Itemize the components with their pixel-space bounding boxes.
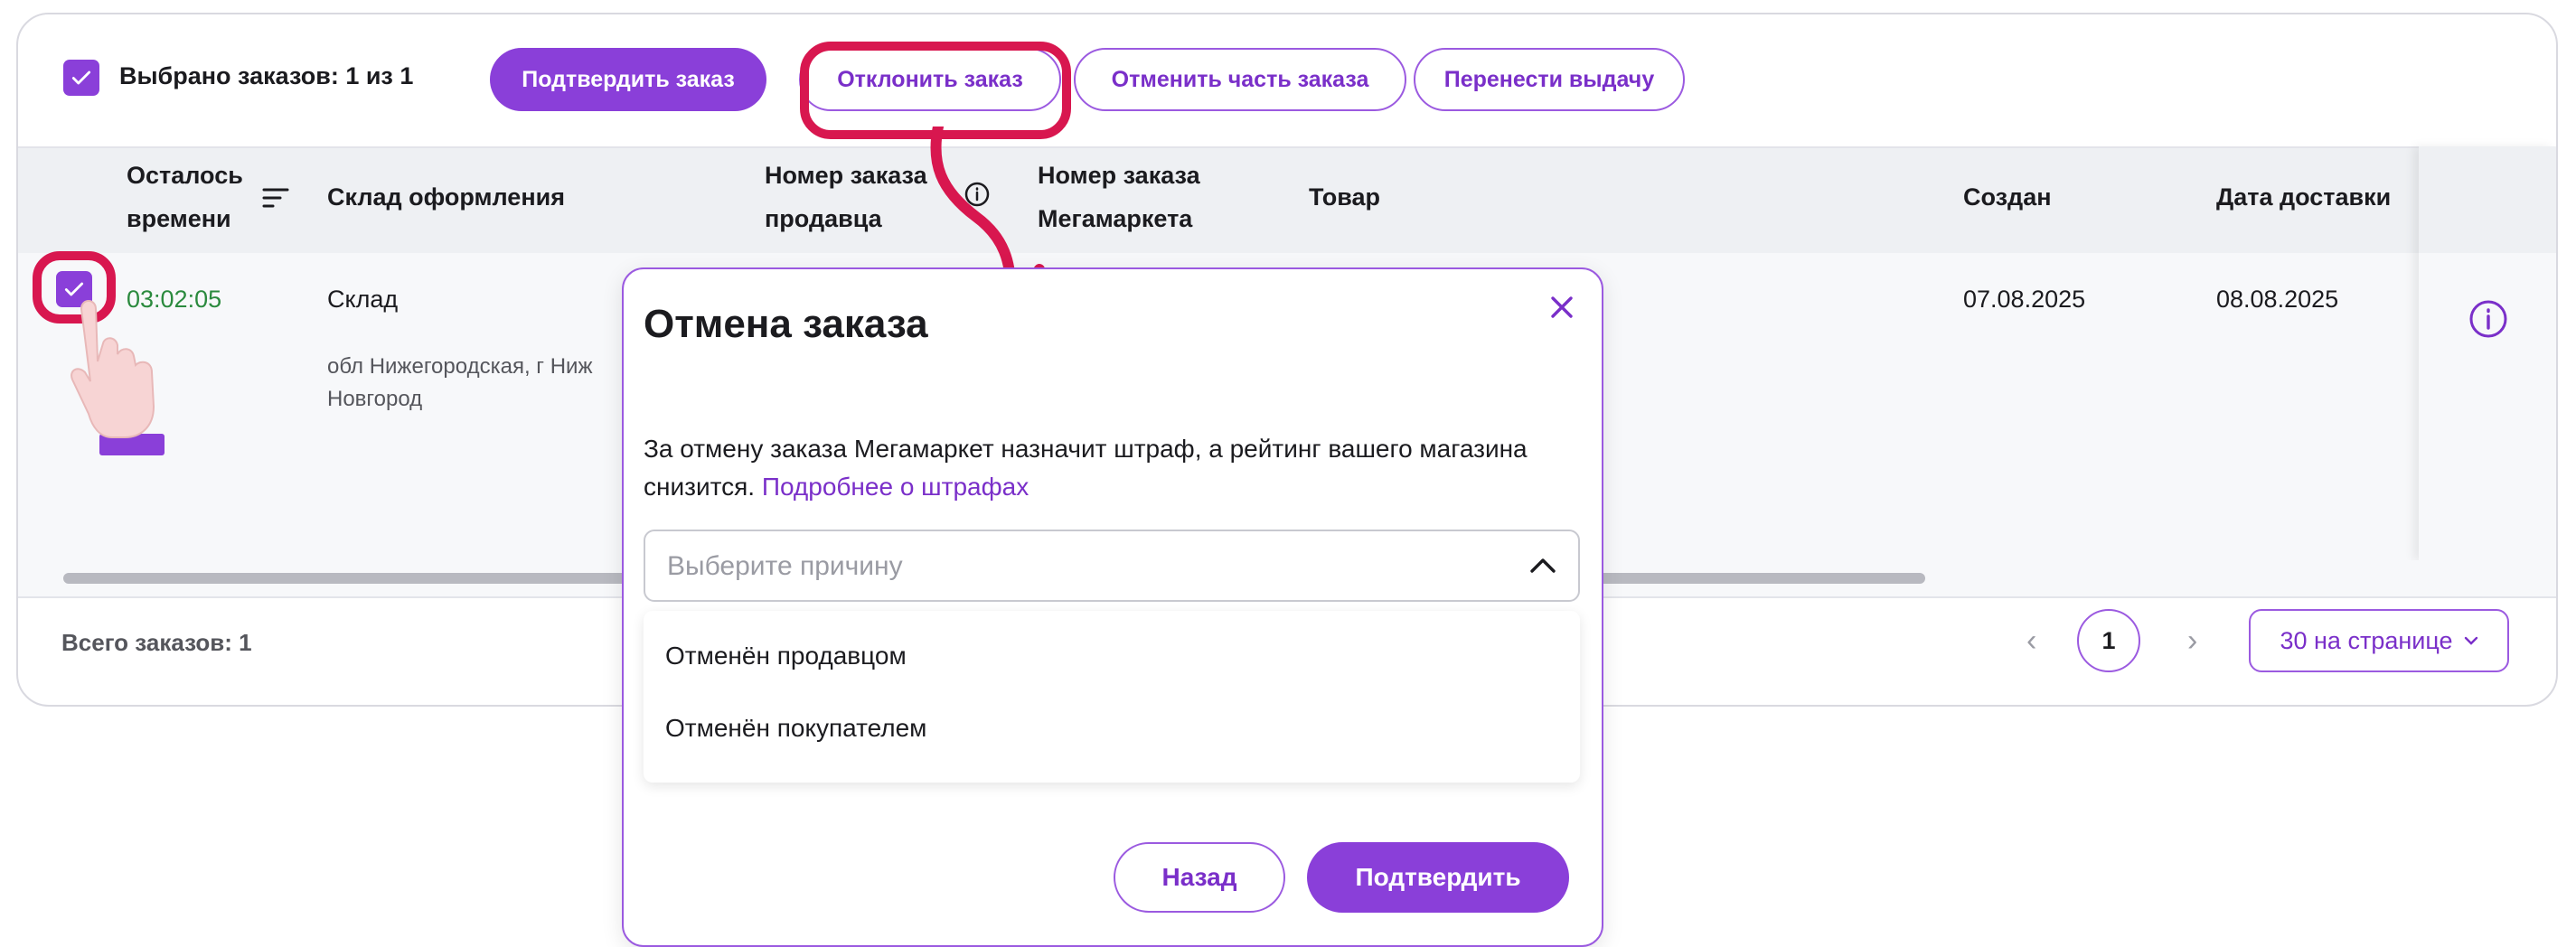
back-button[interactable]: Назад — [1114, 842, 1285, 913]
address-line1: обл Нижегородская, г Ниж — [327, 354, 593, 379]
order-info-icon[interactable] — [2468, 298, 2509, 340]
select-all-checkbox[interactable] — [63, 60, 99, 96]
confirm-order-button[interactable]: Подтвердить заказ — [490, 48, 766, 111]
header-delivery-date: Дата доставки — [2216, 183, 2392, 211]
reason-placeholder: Выберите причину — [667, 551, 903, 581]
cancel-part-button[interactable]: Отменить часть заказа — [1074, 48, 1406, 111]
created-date-value: 07.08.2025 — [1963, 286, 2086, 313]
modal-title: Отмена заказа — [644, 302, 928, 346]
per-page-select[interactable]: 30 на странице — [2249, 609, 2509, 672]
reason-option-buyer[interactable]: Отменён покупателем — [665, 714, 926, 743]
reason-select[interactable]: Выберите причину — [644, 530, 1580, 602]
row-actions-header — [2419, 146, 2556, 253]
header-seller-number-line2: продавца — [765, 205, 882, 232]
reason-dropdown: Отменён продавцом Отменён покупателем — [644, 611, 1580, 783]
cancel-order-modal: Отмена заказа За отмену заказа Мегамарке… — [622, 267, 1603, 947]
close-icon[interactable] — [1544, 289, 1580, 325]
warehouse-value: Склад — [327, 286, 399, 313]
chevron-down-icon — [2464, 636, 2477, 645]
reschedule-button[interactable]: Перенести выдачу — [1414, 48, 1685, 111]
header-seller-number-line1: Номер заказа — [765, 162, 927, 189]
header-time-left-line1: Осталось — [127, 162, 243, 189]
next-page-icon[interactable]: › — [2187, 625, 2197, 656]
check-icon — [71, 70, 91, 85]
prev-page-icon[interactable]: ‹ — [2026, 625, 2036, 656]
header-product: Товар — [1309, 183, 1381, 211]
header-warehouse: Склад оформления — [327, 183, 565, 211]
delivery-date-value: 08.08.2025 — [2216, 286, 2339, 313]
pointing-hand-icon — [71, 300, 165, 455]
modal-warning-text: За отмену заказа Мегамаркет назначит штр… — [644, 430, 1547, 506]
header-created: Создан — [1963, 183, 2052, 211]
chevron-up-icon — [1530, 558, 1556, 573]
table-header: Осталось времени Склад оформления Номер … — [18, 146, 2556, 255]
reject-button-highlight — [800, 42, 1071, 139]
total-orders-label: Всего заказов: 1 — [61, 629, 252, 656]
current-page-button[interactable]: 1 — [2077, 609, 2140, 672]
header-time-left-line2: времени — [127, 205, 231, 232]
per-page-label: 30 на странице — [2280, 626, 2453, 654]
selected-count-label: Выбрано заказов: 1 из 1 — [119, 62, 414, 89]
penalty-details-link[interactable]: Подробнее о штрафах — [762, 473, 1029, 501]
address-line2: Новгород — [327, 387, 423, 411]
selection-toolbar: Выбрано заказов: 1 из 1 Подтвердить зака… — [18, 14, 2556, 146]
sort-icon[interactable] — [262, 186, 289, 210]
confirm-button[interactable]: Подтвердить — [1307, 842, 1569, 913]
reason-option-seller[interactable]: Отменён продавцом — [665, 642, 907, 670]
row-actions-column — [2419, 146, 2556, 560]
